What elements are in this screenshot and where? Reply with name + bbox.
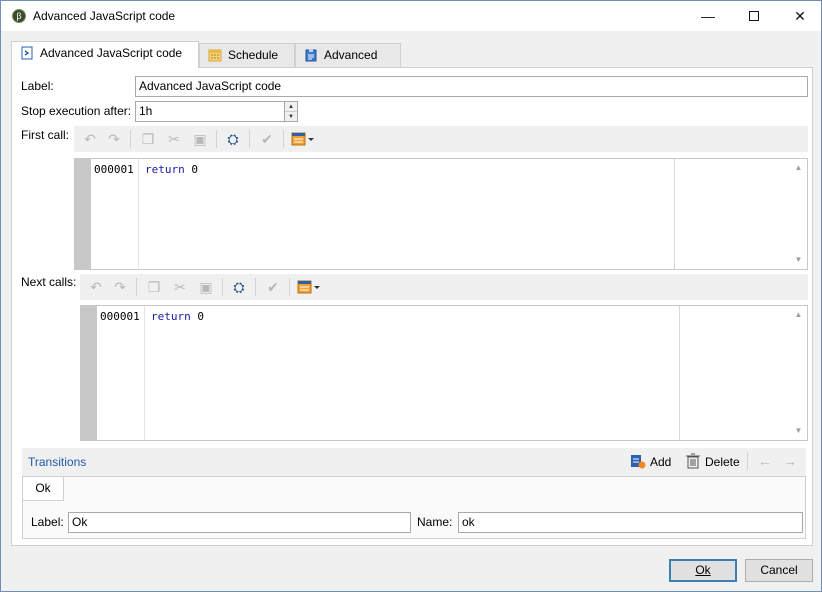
- toolbar-separator: [289, 278, 290, 296]
- toolbar-separator: [255, 278, 256, 296]
- first-call-caption: First call:: [21, 128, 69, 142]
- trash-icon[interactable]: [685, 453, 701, 469]
- arrow-left-icon[interactable]: ←: [757, 453, 773, 469]
- first-call-toolbar: ↶ ↷ ❐ ✂ ▣ ⛭ ✔: [74, 126, 808, 152]
- transition-tab-ok[interactable]: Ok: [23, 477, 64, 501]
- line-number: 000001: [97, 306, 145, 440]
- tab-label: Advanced: [324, 48, 378, 62]
- arrow-right-icon[interactable]: →: [782, 453, 798, 469]
- redo-icon[interactable]: ↷: [106, 131, 122, 147]
- paste-icon[interactable]: ▣: [192, 131, 208, 147]
- code-rest: 0: [184, 163, 198, 176]
- toolbar-separator: [249, 130, 250, 148]
- scroll-up-icon[interactable]: ▲: [790, 161, 807, 175]
- minimize-button[interactable]: —: [685, 1, 731, 31]
- transition-label-input[interactable]: Ok: [68, 512, 411, 533]
- script-icon: [21, 46, 33, 60]
- toolbar-separator: [136, 278, 137, 296]
- scroll-up-icon[interactable]: ▲: [790, 308, 807, 322]
- spin-down-icon[interactable]: ▼: [285, 112, 297, 122]
- code-rest: 0: [190, 310, 204, 323]
- cut-icon[interactable]: ✂: [172, 279, 188, 295]
- transition-name-caption: Name:: [417, 515, 453, 529]
- insert-field-icon[interactable]: [297, 280, 321, 294]
- transitions-bar: Transitions Add Delete ← →: [22, 448, 806, 476]
- transition-name-input[interactable]: ok: [458, 512, 803, 533]
- maximize-button[interactable]: [731, 1, 777, 31]
- code-keyword: return: [151, 310, 191, 323]
- scroll-down-icon[interactable]: ▼: [790, 253, 807, 267]
- code-keyword: return: [145, 163, 185, 176]
- paste-icon[interactable]: ▣: [198, 279, 214, 295]
- editor-side-pane: [679, 306, 807, 440]
- ok-button[interactable]: Ok: [669, 559, 737, 582]
- title-bar: β Advanced JavaScript code — ✕: [1, 1, 821, 31]
- binoculars-icon[interactable]: ⛭: [231, 279, 247, 295]
- first-call-editor[interactable]: 000001 return 0 ▲ ▼: [74, 158, 808, 270]
- cut-icon[interactable]: ✂: [166, 131, 182, 147]
- calendar-icon: [208, 49, 222, 62]
- close-button[interactable]: ✕: [777, 1, 822, 31]
- scroll-down-icon[interactable]: ▼: [790, 424, 807, 438]
- editor-side-pane: [674, 159, 807, 269]
- line-number: 000001: [91, 159, 139, 269]
- undo-icon[interactable]: ↶: [88, 279, 104, 295]
- binoculars-icon[interactable]: ⛭: [225, 131, 241, 147]
- code-line[interactable]: return 0: [145, 163, 198, 176]
- clipboard-icon: [305, 49, 317, 62]
- toolbar-separator: [747, 452, 748, 470]
- copy-icon[interactable]: ❐: [140, 131, 156, 147]
- code-line[interactable]: return 0: [151, 310, 204, 323]
- stop-execution-caption: Stop execution after:: [21, 104, 132, 118]
- toolbar-separator: [130, 130, 131, 148]
- next-calls-editor[interactable]: 000001 return 0 ▲ ▼: [80, 305, 808, 441]
- tab-advanced-javascript-code[interactable]: Advanced JavaScript code: [11, 41, 199, 68]
- label-input[interactable]: Advanced JavaScript code: [135, 76, 808, 97]
- tab-panel: Label: Advanced JavaScript code Stop exe…: [11, 67, 813, 546]
- insert-field-icon[interactable]: [291, 132, 315, 146]
- editor-scrollbar[interactable]: ▲ ▼: [790, 159, 807, 269]
- editor-gutter: [81, 306, 97, 440]
- next-calls-caption: Next calls:: [21, 275, 77, 289]
- tab-advanced[interactable]: Advanced: [295, 43, 401, 67]
- tab-label: Schedule: [228, 48, 279, 62]
- tab-label: Advanced JavaScript code: [40, 46, 183, 60]
- check-icon[interactable]: ✔: [259, 131, 275, 147]
- dialog-window: β Advanced JavaScript code — ✕ Advanced …: [0, 0, 822, 592]
- copy-icon[interactable]: ❐: [146, 279, 162, 295]
- maximize-icon: [749, 11, 759, 22]
- editor-scrollbar[interactable]: ▲ ▼: [790, 306, 807, 440]
- undo-icon[interactable]: ↶: [82, 131, 98, 147]
- tab-schedule[interactable]: Schedule: [199, 43, 295, 67]
- next-calls-toolbar: ↶ ↷ ❐ ✂ ▣ ⛭ ✔: [80, 274, 808, 300]
- spin-up-icon[interactable]: ▲: [285, 102, 297, 112]
- ok-button-label: Ok: [695, 563, 711, 577]
- window-title: Advanced JavaScript code: [33, 9, 176, 23]
- label-caption: Label:: [21, 79, 54, 93]
- toolbar-separator: [216, 130, 217, 148]
- transition-label-caption: Label:: [31, 515, 64, 529]
- editor-gutter: [75, 159, 91, 269]
- transitions-title[interactable]: Transitions: [28, 455, 86, 469]
- toolbar-separator: [222, 278, 223, 296]
- stop-execution-spinner[interactable]: ▲ ▼: [284, 101, 298, 122]
- cancel-button-label: Cancel: [760, 563, 798, 577]
- add-button[interactable]: Add: [650, 455, 671, 469]
- transition-detail: Ok Label: Ok Name: ok: [22, 476, 806, 539]
- cancel-button[interactable]: Cancel: [745, 559, 813, 582]
- toolbar-separator: [283, 130, 284, 148]
- redo-icon[interactable]: ↷: [112, 279, 128, 295]
- add-icon[interactable]: [630, 453, 646, 469]
- delete-button[interactable]: Delete: [705, 455, 740, 469]
- check-icon[interactable]: ✔: [265, 279, 281, 295]
- app-icon: β: [12, 9, 26, 23]
- stop-execution-input[interactable]: 1h: [135, 101, 285, 122]
